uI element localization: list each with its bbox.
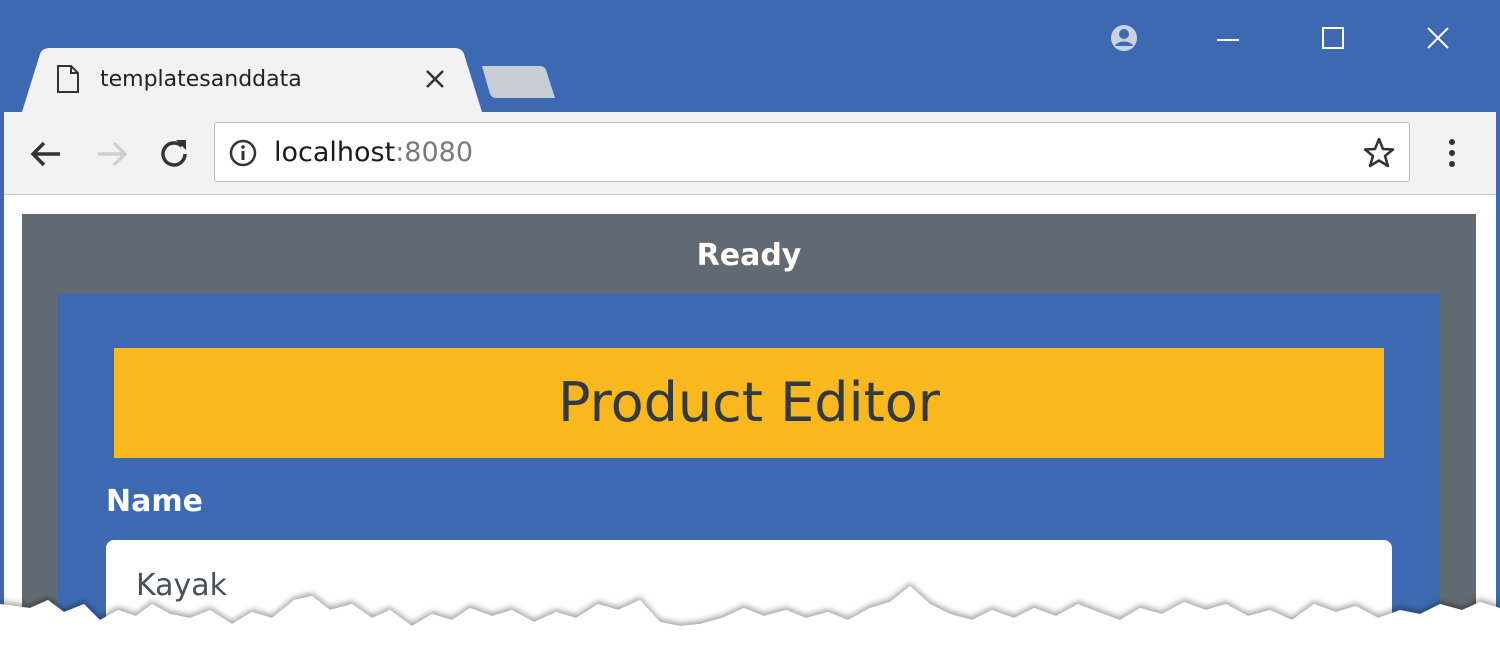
page-icon xyxy=(56,64,80,98)
maximize-icon[interactable] xyxy=(1313,18,1353,58)
close-tab-icon[interactable] xyxy=(420,64,450,94)
browser-window: templatesanddata localhost:8080 Ready Pr… xyxy=(0,0,1500,659)
more-menu-icon[interactable] xyxy=(1440,134,1464,176)
editor-header: Product Editor xyxy=(114,348,1384,458)
account-icon[interactable] xyxy=(1104,18,1144,58)
tab-title: templatesanddata xyxy=(100,67,302,92)
url-text[interactable]: localhost:8080 xyxy=(274,136,473,170)
page-title: Product Editor xyxy=(557,371,940,434)
status-text: Ready xyxy=(696,238,802,273)
forward-arrow-icon[interactable] xyxy=(92,134,132,174)
close-window-icon[interactable] xyxy=(1418,18,1458,58)
name-label: Name xyxy=(106,484,203,519)
torn-edge-decoration xyxy=(0,586,1500,659)
bookmark-star-icon[interactable] xyxy=(1362,136,1396,174)
reload-icon[interactable] xyxy=(154,134,194,174)
url-port: :8080 xyxy=(395,137,474,168)
new-tab-button[interactable] xyxy=(482,66,556,102)
info-icon[interactable] xyxy=(228,138,258,172)
url-host: localhost xyxy=(274,137,396,168)
back-arrow-icon[interactable] xyxy=(26,134,66,174)
minimize-icon[interactable] xyxy=(1208,18,1248,58)
